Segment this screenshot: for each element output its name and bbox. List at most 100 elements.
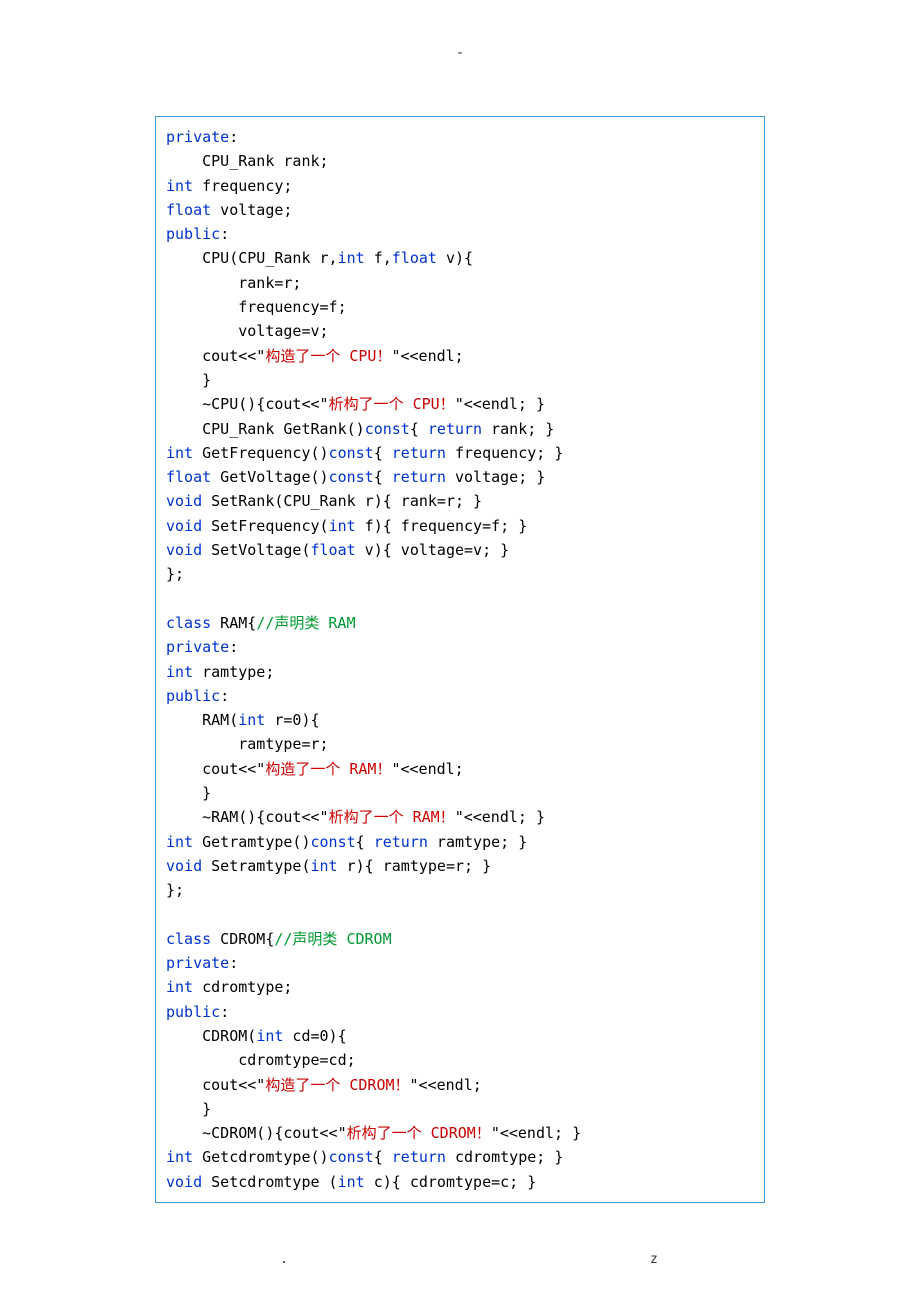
code-token: float	[166, 468, 211, 486]
code-token: "<<endl; }	[455, 395, 545, 413]
code-token: :	[220, 1003, 229, 1021]
code-token: RAM{	[211, 614, 256, 632]
code-token: voltage;	[211, 201, 292, 219]
code-token: int	[166, 1148, 193, 1166]
code-line: void SetVoltage(float v){ voltage=v; }	[166, 538, 754, 562]
code-token: public	[166, 225, 220, 243]
code-token: 构造了一个 CDROM！	[265, 1076, 409, 1094]
code-line: int ramtype;	[166, 660, 754, 684]
code-line: voltage=v;	[166, 319, 754, 343]
code-token: :	[229, 954, 238, 972]
code-token: int	[338, 249, 365, 267]
code-token: public	[166, 1003, 220, 1021]
code-token: Getramtype()	[193, 833, 310, 851]
code-token: cout<<"	[166, 760, 265, 778]
code-token: float	[392, 249, 437, 267]
code-line: frequency=f;	[166, 295, 754, 319]
code-line: public:	[166, 1000, 754, 1024]
code-token: 构造了一个 RAM！	[265, 760, 391, 778]
code-token	[166, 590, 175, 608]
page-header-dash: -	[0, 45, 920, 61]
code-line: }	[166, 781, 754, 805]
code-token: f){ frequency=f; }	[356, 517, 528, 535]
code-token: return	[428, 420, 482, 438]
code-token: CPU(CPU_Rank r,	[166, 249, 338, 267]
code-token: }	[166, 1100, 211, 1118]
code-token: :	[229, 128, 238, 146]
code-token: "<<endl;	[391, 347, 463, 365]
code-token: int	[311, 857, 338, 875]
code-token: void	[166, 541, 202, 559]
code-line: ~CDROM(){cout<<"析构了一个 CDROM！"<<endl; }	[166, 1121, 754, 1145]
code-line: int Getramtype()const{ return ramtype; }	[166, 830, 754, 854]
code-listing: private: CPU_Rank rank; int frequency; flo…	[155, 116, 765, 1203]
code-line: };	[166, 878, 754, 902]
code-token: Getcdromtype()	[193, 1148, 328, 1166]
code-token: "<<endl; }	[491, 1124, 581, 1142]
code-token: const	[329, 444, 374, 462]
code-line: cout<<"构造了一个 CPU！"<<endl;	[166, 344, 754, 368]
code-token: };	[166, 881, 184, 899]
code-token: void	[166, 1173, 202, 1191]
code-line: cout<<"构造了一个 RAM！"<<endl;	[166, 757, 754, 781]
code-token: frequency;	[193, 177, 292, 195]
code-token: r=0){	[265, 711, 319, 729]
code-token: void	[166, 517, 202, 535]
code-token: int	[166, 833, 193, 851]
code-token: CDROM(	[166, 1027, 256, 1045]
code-token: CPU_Rank rank;	[166, 152, 329, 170]
code-token: CDROM{	[211, 930, 274, 948]
code-line: CPU_Rank GetRank()const{ return rank; }	[166, 417, 754, 441]
code-token: "<<endl;	[410, 1076, 482, 1094]
code-line: void SetFrequency(int f){ frequency=f; }	[166, 514, 754, 538]
code-token: ~RAM(){cout<<"	[166, 808, 329, 826]
code-token: }	[166, 784, 211, 802]
code-token: r){ ramtype=r; }	[338, 857, 492, 875]
code-token: Setramtype(	[202, 857, 310, 875]
code-token: return	[374, 833, 428, 851]
code-token: GetVoltage()	[211, 468, 328, 486]
code-line: cdromtype=cd;	[166, 1048, 754, 1072]
code-token: };	[166, 565, 184, 583]
code-token: const	[329, 1148, 374, 1166]
code-token: }	[166, 371, 211, 389]
code-token: public	[166, 687, 220, 705]
code-token: {	[374, 1148, 392, 1166]
code-line: ramtype=r;	[166, 732, 754, 756]
code-token: v){	[437, 249, 473, 267]
code-token: ~CDROM(){cout<<"	[166, 1124, 347, 1142]
code-token: ramtype; }	[428, 833, 527, 851]
code-token: rank=r;	[166, 274, 301, 292]
code-token: cdromtype=cd;	[166, 1051, 356, 1069]
code-token: int	[166, 444, 193, 462]
code-token: 构造了一个 CPU！	[265, 347, 391, 365]
code-token: {	[374, 468, 392, 486]
code-token: :	[220, 687, 229, 705]
code-line: cout<<"构造了一个 CDROM！"<<endl;	[166, 1073, 754, 1097]
code-line: void Setramtype(int r){ ramtype=r; }	[166, 854, 754, 878]
code-token: {	[410, 420, 428, 438]
code-line: float voltage;	[166, 198, 754, 222]
code-token	[166, 906, 175, 924]
code-token: "<<endl;	[391, 760, 463, 778]
code-token: void	[166, 857, 202, 875]
code-line: void SetRank(CPU_Rank r){ rank=r; }	[166, 489, 754, 513]
code-token: SetVoltage(	[202, 541, 310, 559]
code-token: return	[392, 468, 446, 486]
code-line: int GetFrequency()const{ return frequenc…	[166, 441, 754, 465]
code-token: float	[311, 541, 356, 559]
code-line: rank=r;	[166, 271, 754, 295]
code-line: private:	[166, 635, 754, 659]
code-token: GetFrequency()	[193, 444, 328, 462]
code-token: void	[166, 492, 202, 510]
code-token: int	[338, 1173, 365, 1191]
code-token: int	[166, 663, 193, 681]
code-token: int	[256, 1027, 283, 1045]
code-token: "<<endl; }	[455, 808, 545, 826]
code-token: class	[166, 614, 211, 632]
code-token: const	[329, 468, 374, 486]
code-token: {	[374, 444, 392, 462]
code-line: ~RAM(){cout<<"析构了一个 RAM！"<<endl; }	[166, 805, 754, 829]
code-token: 析构了一个 RAM！	[329, 808, 455, 826]
document-page: - private: CPU_Rank rank; int frequency; f…	[0, 0, 920, 1302]
